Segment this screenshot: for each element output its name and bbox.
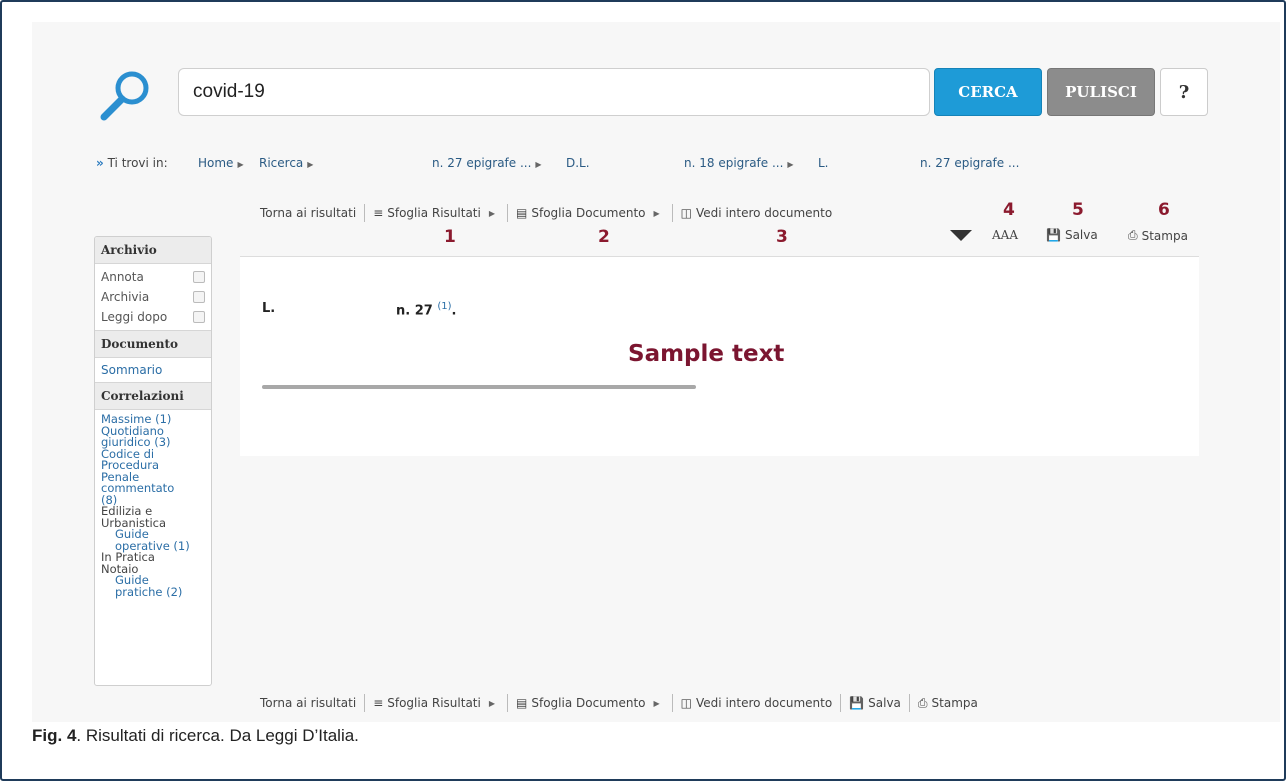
caret-right-icon: ▶ <box>307 160 314 169</box>
breadcrumb-item-epigrafe-1[interactable]: n. 27 epigrafe ... ▶ <box>432 156 546 170</box>
stampa-button[interactable]: ⎙ Stampa <box>918 696 978 711</box>
vedi-intero-documento-button[interactable]: ◫ Vedi intero documento <box>681 206 833 220</box>
footnote-link[interactable]: (1) <box>437 301 451 312</box>
breadcrumb-item-epigrafe-2[interactable]: n. 18 epigrafe ... ▶ <box>684 156 798 170</box>
annotation-3: 3 <box>776 227 788 247</box>
breadcrumb-item-ricerca[interactable]: Ricerca ▶ <box>259 156 317 170</box>
document-type: L. <box>262 301 276 316</box>
sample-text: Sample text <box>628 341 785 367</box>
save-icon: 💾 <box>849 696 865 710</box>
link-quotidiano-giuridico[interactable]: Quotidiano giuridico (3) <box>101 425 193 449</box>
save-icon: 💾 <box>1046 228 1061 242</box>
group-edilizia-urbanistica: Edilizia e Urbanistica <box>101 504 167 530</box>
toolbar-divider <box>364 204 366 222</box>
toolbar-divider <box>671 204 673 222</box>
cerca-button[interactable]: CERCA <box>934 68 1042 116</box>
correlazioni-header: Correlazioni <box>95 382 211 410</box>
correlazioni-list: Massime (1) Quotidiano giuridico (3) Cod… <box>95 410 211 602</box>
help-button[interactable]: ? <box>1160 68 1208 116</box>
caret-right-icon: ▶ <box>535 160 542 169</box>
torna-risultati-link[interactable]: Torna ai risultati <box>260 206 356 220</box>
archivio-header: Archivio <box>95 237 211 264</box>
caption-label: Fig. 4 <box>32 726 77 745</box>
document-icon: ▤ <box>516 696 528 710</box>
double-chevron-icon: » <box>96 156 104 170</box>
search-input[interactable] <box>178 68 930 116</box>
toolbar-divider <box>507 694 509 712</box>
stampa-button[interactable]: ⎙ Stampa <box>1128 228 1188 243</box>
checkbox[interactable] <box>193 291 205 303</box>
sfoglia-risultati-button[interactable]: ≡ Sfoglia Risultati ▶ <box>373 696 499 710</box>
font-size-control[interactable]: AAA <box>992 228 1018 242</box>
document-number: n. 27 (1). <box>396 301 457 319</box>
breadcrumb-item-epigrafe-3[interactable]: n. 27 epigrafe ... <box>920 156 1019 170</box>
sfoglia-documento-button[interactable]: ▤ Sfoglia Documento ▶ <box>516 696 664 710</box>
toolbar-divider <box>840 694 842 712</box>
torna-risultati-link[interactable]: Torna ai risultati <box>260 696 356 710</box>
breadcrumb-prefix: Ti trovi in: <box>107 156 168 170</box>
caption-text: . Risultati di ricerca. Da Leggi D’Itali… <box>76 726 359 745</box>
checkbox[interactable] <box>193 271 205 283</box>
document-icon: ▤ <box>516 206 528 220</box>
placeholder-bar <box>262 385 696 389</box>
caret-right-icon: ▶ <box>787 160 794 169</box>
document-toolbar-bottom: Torna ai risultati ≡ Sfoglia Risultati ▶ ▤… <box>260 694 978 712</box>
link-codice-procedura-penale[interactable]: Codice di Procedura Penale commentato (8… <box>101 448 191 507</box>
breadcrumb-item-dl[interactable]: D.L. <box>566 156 590 170</box>
collapse-triangle-icon[interactable] <box>950 230 972 242</box>
sfoglia-risultati-button[interactable]: ≡ Sfoglia Risultati ▶ <box>373 206 499 220</box>
pulisci-button[interactable]: PULISCI <box>1047 68 1155 116</box>
caret-right-icon: ▶ <box>653 698 660 708</box>
checkbox[interactable] <box>193 311 205 323</box>
caret-right-icon: ▶ <box>488 208 496 218</box>
breadcrumb-item-home[interactable]: Home ▶ <box>198 156 248 170</box>
list-icon: ≡ <box>373 206 384 220</box>
link-guide-pratiche[interactable]: Guide pratiche (2) <box>101 574 195 598</box>
annotation-1: 1 <box>444 227 456 247</box>
annotation-6: 6 <box>1158 200 1170 220</box>
sidebar-item-annota[interactable]: Annota <box>95 267 211 287</box>
printer-icon: ⎙ <box>1128 228 1138 242</box>
documento-header: Documento <box>95 330 211 358</box>
sidebar: Archivio Annota Archivia Leggi dopo Docu… <box>94 236 212 686</box>
toolbar-divider <box>908 694 910 712</box>
search-icon <box>100 71 149 121</box>
link-guide-operative[interactable]: Guide operative (1) <box>101 528 205 552</box>
caret-right-icon: ▶ <box>653 208 660 218</box>
document-toolbar-top: Torna ai risultati ≡ Sfoglia Risultati ▶ ▤… <box>260 204 832 222</box>
annotation-5: 5 <box>1072 200 1084 220</box>
breadcrumb-item-l[interactable]: L. <box>818 156 829 170</box>
annotation-2: 2 <box>598 227 610 247</box>
salva-button[interactable]: 💾 Salva <box>849 696 901 710</box>
annotation-4: 4 <box>1003 200 1015 220</box>
document-panel: L. n. 27 (1). Sample text <box>240 256 1199 456</box>
toolbar-divider <box>364 694 366 712</box>
sommario-link[interactable]: Sommario <box>95 358 211 382</box>
salva-button[interactable]: 💾 Salva <box>1046 228 1098 242</box>
caret-right-icon: ▶ <box>237 160 244 169</box>
breadcrumb: » Ti trovi in: <box>96 156 168 170</box>
sfoglia-documento-button[interactable]: ▤ Sfoglia Documento ▶ <box>516 206 664 220</box>
full-document-icon: ◫ <box>680 206 693 220</box>
toolbar-divider <box>507 204 509 222</box>
sidebar-item-leggi-dopo[interactable]: Leggi dopo <box>95 307 211 327</box>
full-document-icon: ◫ <box>680 696 693 710</box>
printer-icon: ⎙ <box>917 695 928 710</box>
sidebar-item-archivia[interactable]: Archivia <box>95 287 211 307</box>
list-icon: ≡ <box>373 696 384 710</box>
vedi-intero-documento-button[interactable]: ◫ Vedi intero documento <box>681 696 833 710</box>
figure-caption: Fig. 4. Risultati di ricerca. Da Leggi D… <box>32 726 359 746</box>
toolbar-divider <box>671 694 673 712</box>
caret-right-icon: ▶ <box>488 698 496 708</box>
